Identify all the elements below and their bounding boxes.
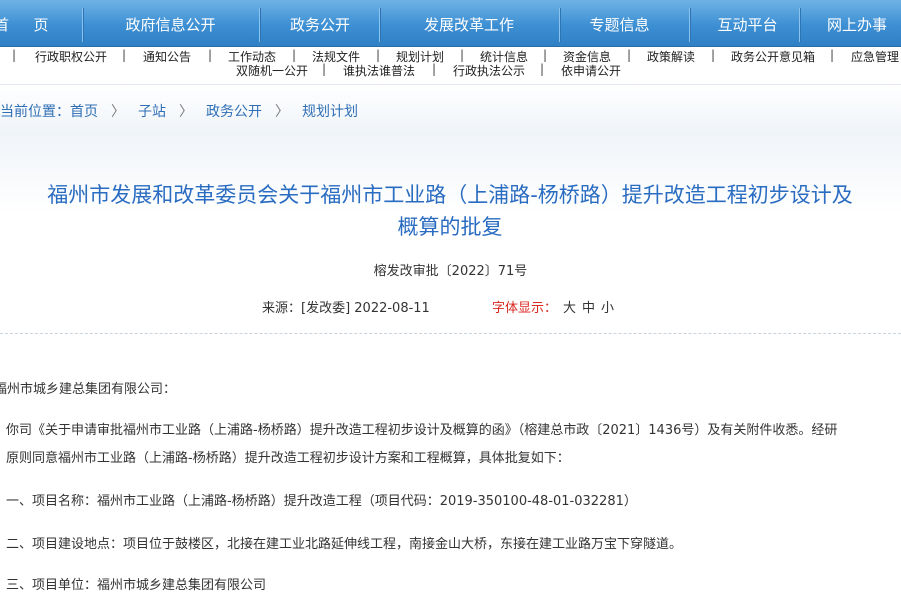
- font-size-label: 字体显示：: [492, 301, 558, 316]
- nav-development-reform[interactable]: 发展改革工作: [395, 0, 543, 46]
- breadcrumb: 当前位置：首页〉子站〉政务公开〉规划计划: [0, 101, 358, 121]
- nav-divider: [82, 8, 84, 42]
- subnav-item[interactable]: 应急管理: [851, 48, 899, 65]
- breadcrumb-gov-affairs[interactable]: 政务公开: [206, 104, 262, 120]
- nav-divider: [379, 8, 381, 42]
- nav-divider: [689, 8, 691, 42]
- subnav-item[interactable]: 通知公告: [143, 48, 191, 65]
- font-size-small-button[interactable]: 小: [601, 301, 614, 316]
- subnav-item[interactable]: 依申请公开: [561, 62, 621, 79]
- nav-divider: [799, 8, 801, 42]
- breadcrumb-substation[interactable]: 子站: [138, 104, 166, 120]
- subnav-item[interactable]: 政策解读: [647, 48, 695, 65]
- nav-home[interactable]: 页: [30, 0, 52, 46]
- article-title-line-2: 概算的批复: [397, 215, 503, 239]
- nav-gov-info-public[interactable]: 政府信息公开: [108, 0, 233, 46]
- nav-divider: [559, 8, 561, 42]
- breadcrumb-home[interactable]: 首页: [70, 104, 98, 120]
- breadcrumb-separator: 〉: [111, 104, 125, 120]
- subnav-item[interactable]: 双随机一公开: [236, 62, 308, 79]
- item-3-project-unit: 三、项目单位：福州市城乡建总集团有限公司: [6, 578, 267, 593]
- font-size-controls: 字体显示： 大中小: [492, 297, 614, 316]
- paragraph-1-line-1: 你司《关于申请审批福州市工业路（上浦路-杨桥路）提升改造工程初步设计及概算的函》…: [6, 423, 838, 438]
- nav-interaction-platform[interactable]: 互动平台: [705, 0, 790, 46]
- font-size-medium-button[interactable]: 中: [582, 301, 595, 316]
- nav-home-first-char[interactable]: 首: [0, 0, 9, 46]
- subnav-item[interactable]: 谁执法谁普法: [343, 62, 415, 79]
- subnav-item[interactable]: 行政执法公示: [453, 62, 525, 79]
- nav-gov-affairs-public[interactable]: 政务公开: [270, 0, 370, 46]
- breadcrumb-separator: 〉: [275, 104, 289, 120]
- title-divider: [0, 333, 901, 334]
- item-1-project-name: 一、项目名称：福州市工业路（上浦路-杨桥路）提升改造工程（项目代码：2019-3…: [6, 494, 637, 509]
- subnav-item[interactable]: 行政职权公开: [35, 48, 107, 65]
- paragraph-1-line-2: 原则同意福州市工业路（上浦路-杨桥路）提升改造工程初步设计方案和工程概算，具体批…: [6, 451, 570, 466]
- item-2-project-location: 二、项目建设地点：项目位于鼓楼区，北接在建工业北路延伸线工程，南接金山大桥，东接…: [6, 537, 683, 552]
- font-size-large-button[interactable]: 大: [563, 301, 576, 316]
- breadcrumb-label: 当前位置：: [0, 104, 70, 120]
- addressee: 福州市城乡建总集团有限公司：: [0, 382, 177, 397]
- subnav-item[interactable]: 政务公开意见箱: [731, 48, 815, 65]
- top-navigation-bar: 首 页 政府信息公开 政务公开 发展改革工作 专题信息 互动平台 网上办事: [0, 0, 901, 47]
- nav-special-topics[interactable]: 专题信息: [572, 0, 667, 46]
- breadcrumb-separator: 〉: [179, 104, 193, 120]
- breadcrumb-planning[interactable]: 规划计划: [302, 104, 358, 120]
- article-source-date: 来源：[发改委] 2022-08-11: [262, 301, 430, 316]
- nav-online-services[interactable]: 网上办事: [812, 0, 901, 46]
- nav-divider: [259, 8, 261, 42]
- sub-navigation: | 行政职权公开 | 通知公告 | 工作动态 | 法规文件 | 规划计划 | 统…: [0, 47, 901, 78]
- document-number: 榕发改审批〔2022〕71号: [373, 264, 528, 279]
- article-title-line-1: 福州市发展和改革委员会关于福州市工业路（上浦路-杨桥路）提升改造工程初步设计及: [47, 183, 853, 207]
